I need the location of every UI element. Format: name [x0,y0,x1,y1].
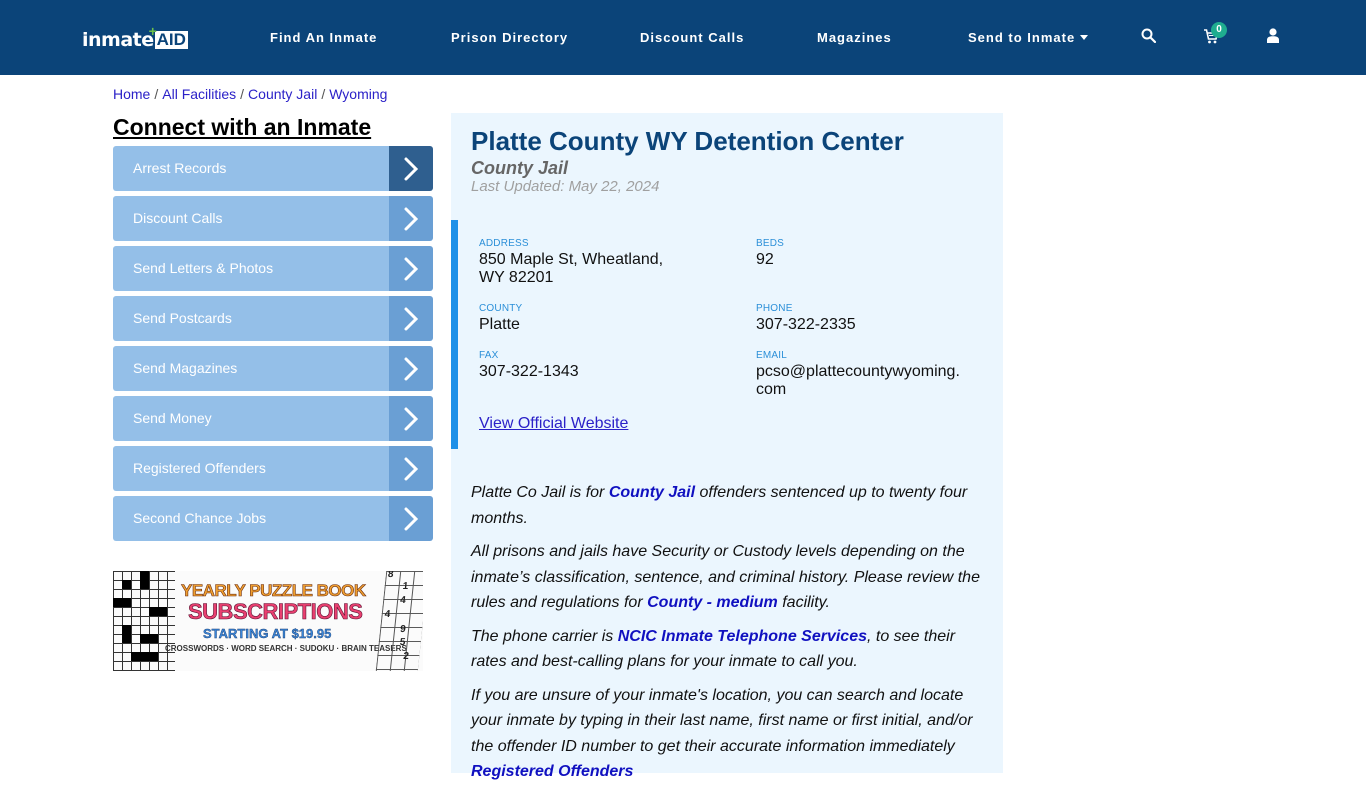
description-paragraph: All prisons and jails have Security or C… [471,543,980,611]
logo-text: inmate [82,29,154,51]
last-updated: Last Updated: May 22, 2024 [471,178,660,195]
sidebar-item-discount-calls[interactable]: Discount Calls [113,196,433,241]
facility-panel: Platte County WY Detention Center County… [451,113,1003,780]
county-label: COUNTY [479,303,523,314]
search-icon[interactable] [1141,28,1157,48]
registered-offenders-link[interactable]: Registered Offenders [471,763,633,780]
nav-magazines[interactable]: Magazines [817,30,892,45]
sidebar-item-label: Discount Calls [113,196,389,241]
fax-value: 307-322-1343 [479,363,579,380]
sidebar-item-label: Send Postcards [113,296,389,341]
address-label: ADDRESS [479,238,529,249]
breadcrumb: Home / All Facilities / County Jail / Wyoming [113,86,388,102]
puzzle-book-ad-banner[interactable]: YEARLY PUZZLE BOOK SUBSCRIPTIONS STARTIN… [113,571,423,671]
description-paragraph: The phone carrier is NCIC Inmate Telepho… [471,627,956,671]
sidebar-item-send-postcards[interactable]: Send Postcards [113,296,433,341]
fax-field: FAX 307-322-1343 [479,350,579,381]
sidebar-item-label: Send Letters & Photos [113,246,389,291]
fax-label: FAX [479,350,499,361]
chevron-right-icon [389,196,433,241]
plus-icon: + [148,23,157,39]
sidebar-item-send-letters-photos[interactable]: Send Letters & Photos [113,246,433,291]
nav-discount-calls[interactable]: Discount Calls [640,30,744,45]
chevron-right-icon [389,346,433,391]
beds-value: 92 [756,251,774,268]
address-value: 850 Maple St, Wheatland, WY 82201 [479,251,664,286]
inmateaid-logo[interactable]: inmate + AID [82,23,188,51]
top-navbar: inmate + AID Find An Inmate Prison Direct… [0,0,1366,75]
phone-field: PHONE 307-322-2335 [756,303,856,334]
beds-label: BEDS [756,238,785,249]
facility-description: Platte Co Jail is for County Jail offend… [471,480,991,793]
user-icon[interactable] [1267,28,1279,48]
sidebar-item-arrest-records[interactable]: Arrest Records [113,146,433,191]
chevron-right-icon [389,296,433,341]
ncic-telephone-link[interactable]: NCIC Inmate Telephone Services [618,628,867,645]
breadcrumb-all-facilities[interactable]: All Facilities [162,86,236,102]
description-paragraph: Platte Co Jail is for County Jail offend… [471,484,968,527]
sidebar-item-send-magazines[interactable]: Send Magazines [113,346,433,391]
county-value: Platte [479,316,520,333]
sidebar-item-label: Send Magazines [113,346,389,391]
description-paragraph: If you are unsure of your inmate's locat… [471,686,973,781]
cart-count-badge: 0 [1211,22,1227,38]
sidebar-item-second-chance-jobs[interactable]: Second Chance Jobs [113,496,433,541]
sidebar-item-label: Arrest Records [113,146,389,191]
chevron-right-icon [389,246,433,291]
nav-find-an-inmate[interactable]: Find An Inmate [270,30,377,45]
sidebar-item-registered-offenders[interactable]: Registered Offenders [113,446,433,491]
ad-price: STARTING AT $19.95 [203,626,332,641]
sidebar-item-label: Second Chance Jobs [113,496,389,541]
nav-send-to-inmate[interactable]: Send to Inmate [968,30,1089,45]
ad-subscriptions: SUBSCRIPTIONS [188,599,364,625]
breadcrumb-home[interactable]: Home [113,86,150,102]
facility-type: County Jail [471,158,569,178]
county-jail-link[interactable]: County Jail [609,484,695,501]
breadcrumb-county-jail[interactable]: County Jail [248,86,317,102]
beds-field: BEDS 92 [756,238,784,269]
email-label: EMAIL [756,350,788,361]
chevron-right-icon [389,496,433,541]
email-value: pcso@plattecountywyoming. com [756,363,960,398]
nav-send-to-inmate-label: Send to Inmate [968,30,1076,45]
facility-name: Platte County WY Detention Center [471,126,904,156]
chevron-right-icon [389,146,433,191]
sidebar-item-label: Registered Offenders [113,446,389,491]
logo-aid-text: + AID [148,23,188,49]
facility-info-box: ADDRESS 850 Maple St, Wheatland, WY 82201… [451,220,1003,449]
nav-prison-directory[interactable]: Prison Directory [451,30,568,45]
phone-label: PHONE [756,303,793,314]
phone-value: 307-322-2335 [756,316,856,333]
county-medium-link[interactable]: County - medium [647,594,778,611]
crossword-grid-graphic [113,571,175,671]
ad-headline: YEARLY PUZZLE BOOK [181,581,367,601]
address-field: ADDRESS 850 Maple St, Wheatland, WY 82201 [479,238,663,287]
email-field: EMAIL pcso@plattecountywyoming. com [756,350,960,399]
sidebar-item-label: Send Money [113,396,389,441]
connect-with-inmate-heading[interactable]: Connect with an Inmate [113,114,371,141]
ad-categories: CROSSWORDS · WORD SEARCH · SUDOKU · BRAI… [165,644,407,653]
county-field: COUNTY Platte [479,303,522,334]
chevron-right-icon [389,446,433,491]
view-official-website-link[interactable]: View Official Website [479,415,628,433]
breadcrumb-wyoming[interactable]: Wyoming [329,86,387,102]
caret-down-icon [1080,35,1089,41]
sudoku-grid-graphic: 8 1 4 4 9 5 2 [375,571,423,671]
sidebar-item-send-money[interactable]: Send Money [113,396,433,441]
sidebar-menu: Arrest Records Discount Calls Send Lette… [113,146,433,546]
chevron-right-icon [389,396,433,441]
